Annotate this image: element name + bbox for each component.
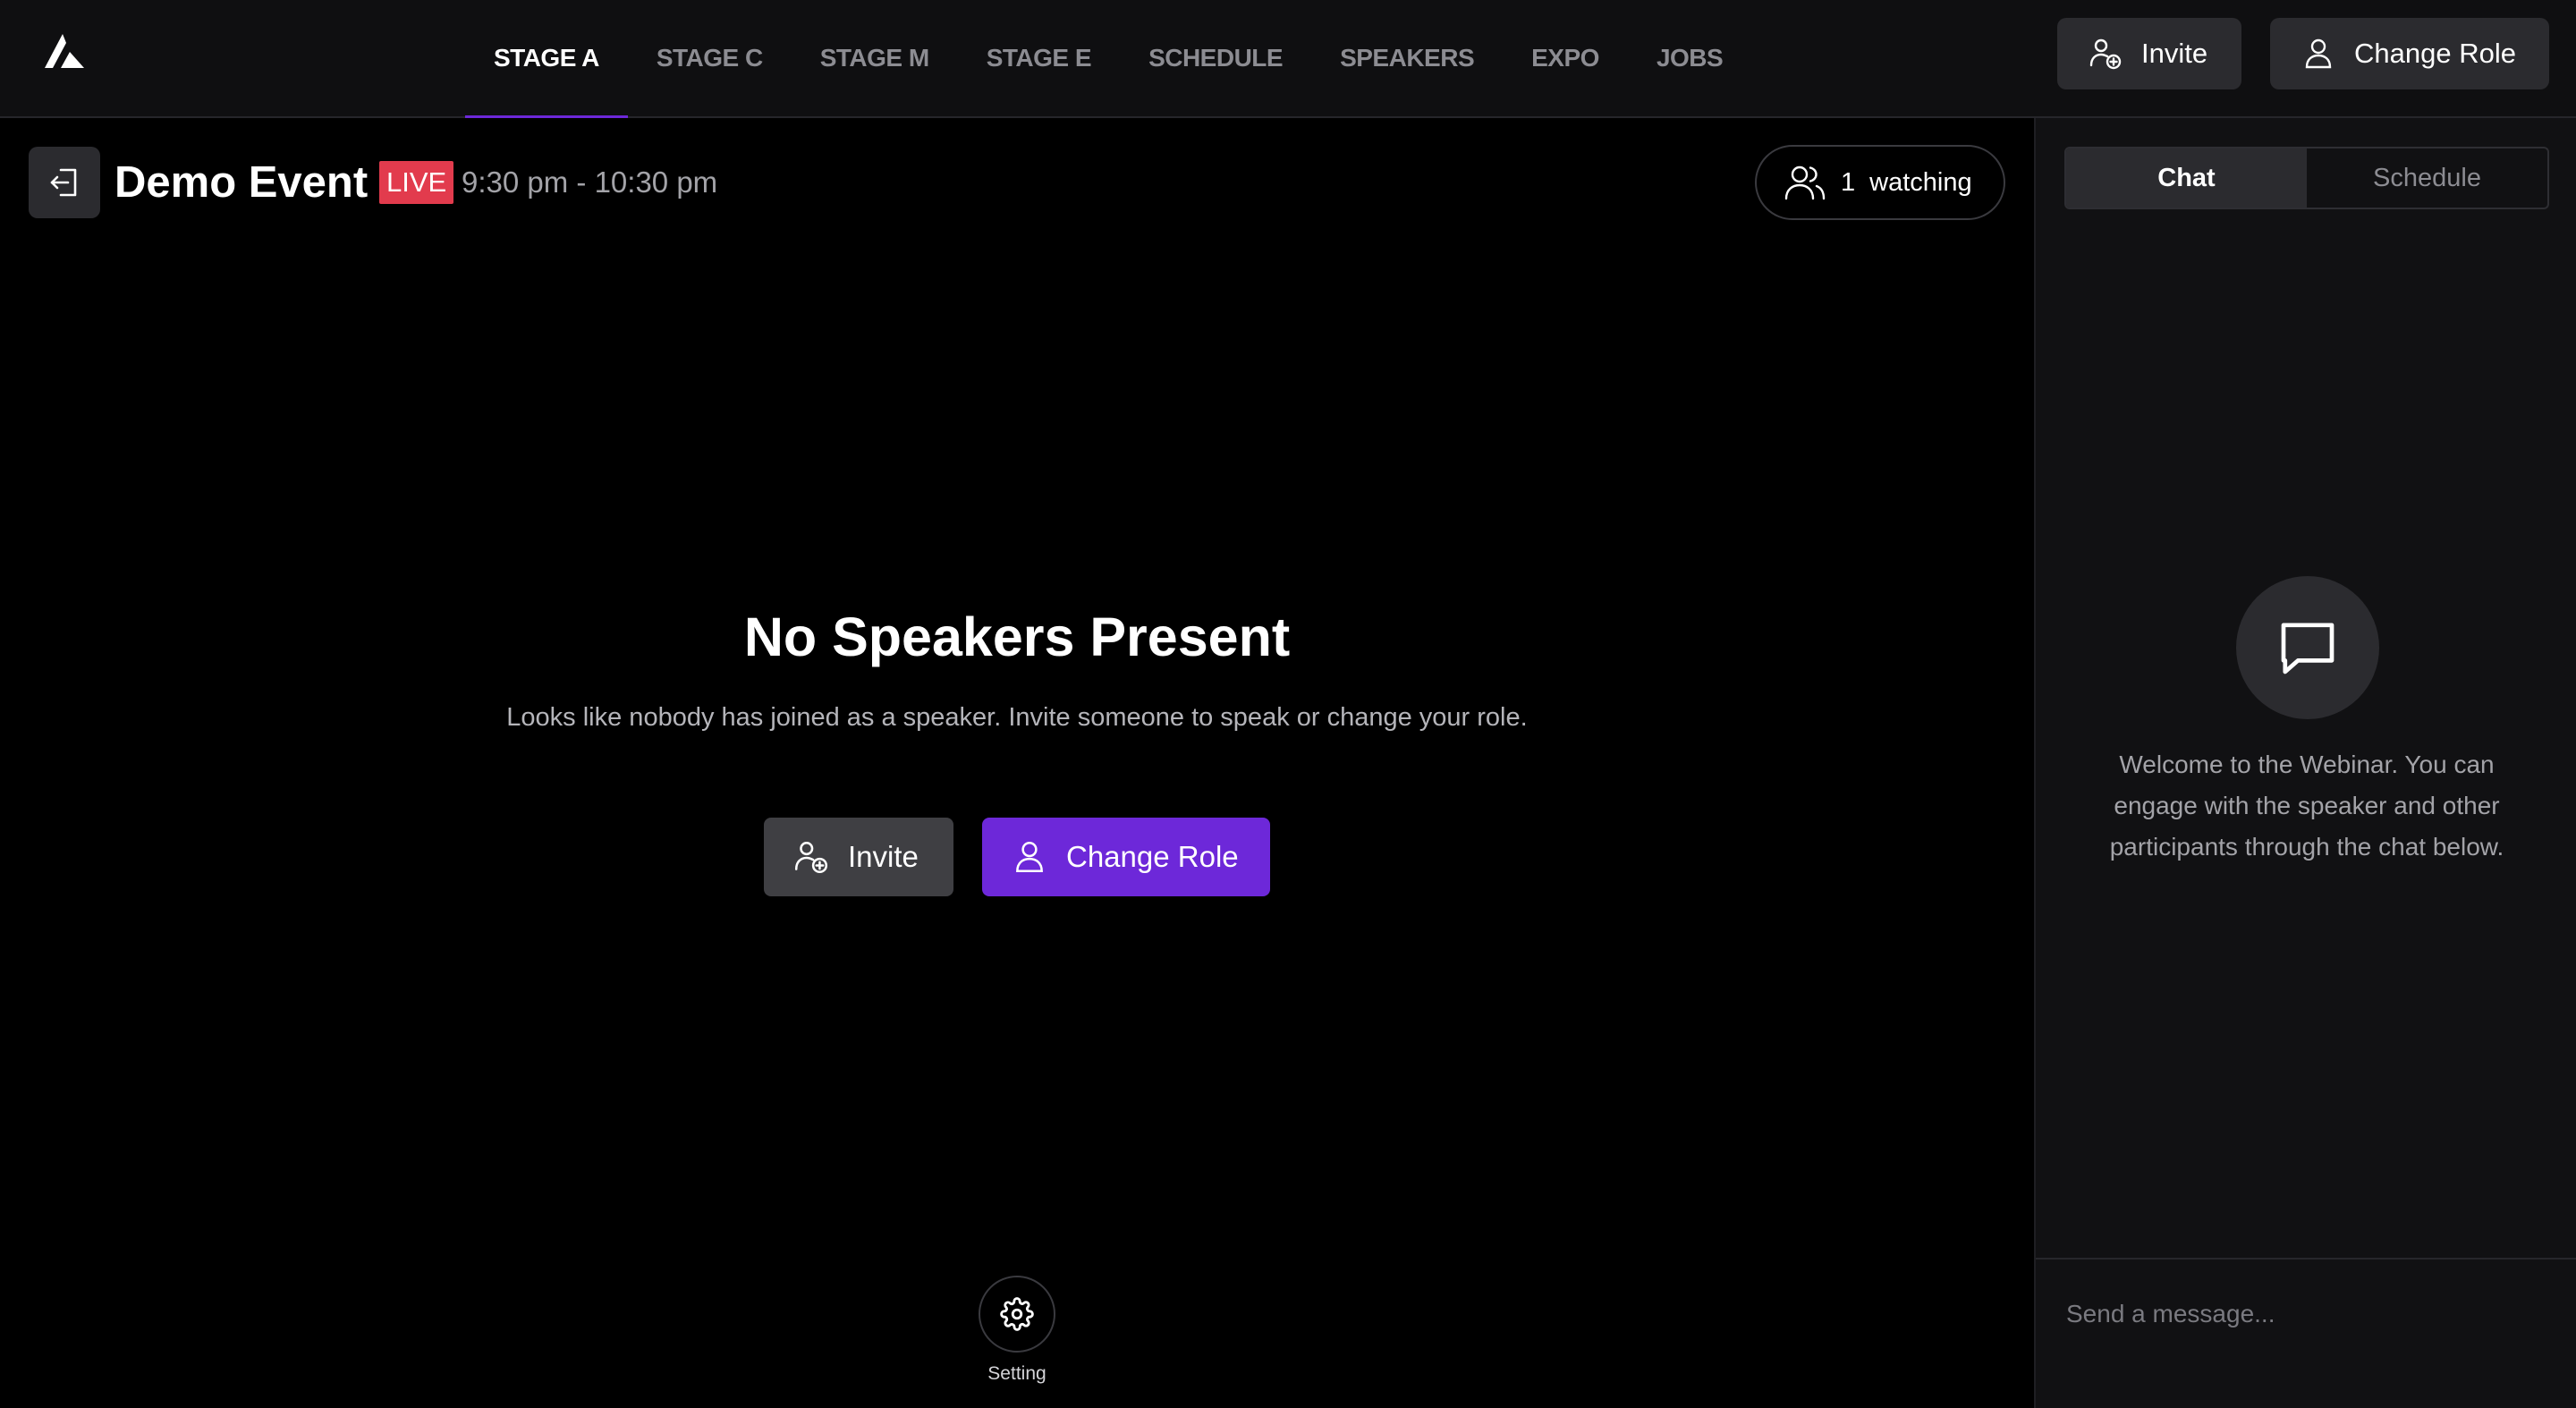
change-role-button[interactable]: Change Role bbox=[982, 818, 1270, 896]
watching-count: 1 bbox=[1841, 167, 1856, 197]
nav-tab-stage-m[interactable]: STAGE M bbox=[792, 0, 958, 116]
chat-side-panel: Chat Schedule Welcome to the Webinar. Yo… bbox=[2034, 118, 2576, 1408]
tab-chat[interactable]: Chat bbox=[2066, 148, 2307, 208]
event-title: Demo Event bbox=[114, 158, 369, 207]
nav-tab-stage-e[interactable]: STAGE E bbox=[958, 0, 1120, 116]
change-role-button-label: Change Role bbox=[1066, 840, 1239, 873]
leave-stage-button[interactable] bbox=[29, 147, 100, 218]
gear-icon bbox=[1000, 1297, 1034, 1331]
exit-icon bbox=[47, 165, 82, 200]
event-time: 9:30 pm - 10:30 pm bbox=[462, 165, 718, 199]
nav-tab-stage-a[interactable]: STAGE A bbox=[465, 0, 628, 118]
chat-welcome-text: Welcome to the Webinar. You can engage w… bbox=[2109, 751, 2504, 861]
chat-bubble-icon bbox=[2236, 576, 2379, 719]
user-plus-icon bbox=[792, 838, 830, 876]
setting-button[interactable] bbox=[979, 1276, 1055, 1353]
message-input[interactable] bbox=[2066, 1292, 2549, 1336]
nav-tab-stage-c[interactable]: STAGE C bbox=[628, 0, 792, 116]
nav-tab-expo[interactable]: EXPO bbox=[1503, 0, 1628, 116]
user-plus-icon bbox=[2088, 36, 2123, 72]
setting-label: Setting bbox=[987, 1363, 1046, 1384]
side-panel-tabs: Chat Schedule bbox=[2064, 147, 2549, 209]
watching-counter[interactable]: 1 watching bbox=[1755, 145, 2005, 220]
watching-label: watching bbox=[1869, 167, 1972, 197]
invite-button[interactable]: Invite bbox=[764, 818, 953, 896]
invite-button-label: Invite bbox=[848, 840, 919, 873]
user-icon bbox=[2301, 36, 2336, 72]
header-invite-label: Invite bbox=[2141, 38, 2208, 69]
header-change-role-label: Change Role bbox=[2354, 38, 2516, 69]
app-logo-icon[interactable] bbox=[43, 32, 86, 72]
nav-tab-jobs[interactable]: JOBS bbox=[1628, 0, 1751, 116]
nav-tab-schedule[interactable]: SCHEDULE bbox=[1120, 0, 1311, 116]
header-invite-button[interactable]: Invite bbox=[2057, 18, 2241, 89]
empty-state-title: No Speakers Present bbox=[743, 606, 1291, 667]
tab-schedule[interactable]: Schedule bbox=[2307, 148, 2547, 208]
top-navigation-bar: STAGE A STAGE C STAGE M STAGE E SCHEDULE… bbox=[0, 0, 2576, 118]
users-icon bbox=[1784, 163, 1826, 202]
message-composer bbox=[2036, 1258, 2576, 1408]
live-badge: LIVE bbox=[379, 161, 454, 204]
stage-nav: STAGE A STAGE C STAGE M STAGE E SCHEDULE… bbox=[465, 0, 1751, 118]
nav-tab-speakers[interactable]: SPEAKERS bbox=[1311, 0, 1503, 116]
user-icon bbox=[1011, 838, 1048, 876]
empty-state-subtitle: Looks like nobody has joined as a speake… bbox=[506, 703, 1528, 732]
header-change-role-button[interactable]: Change Role bbox=[2270, 18, 2549, 89]
